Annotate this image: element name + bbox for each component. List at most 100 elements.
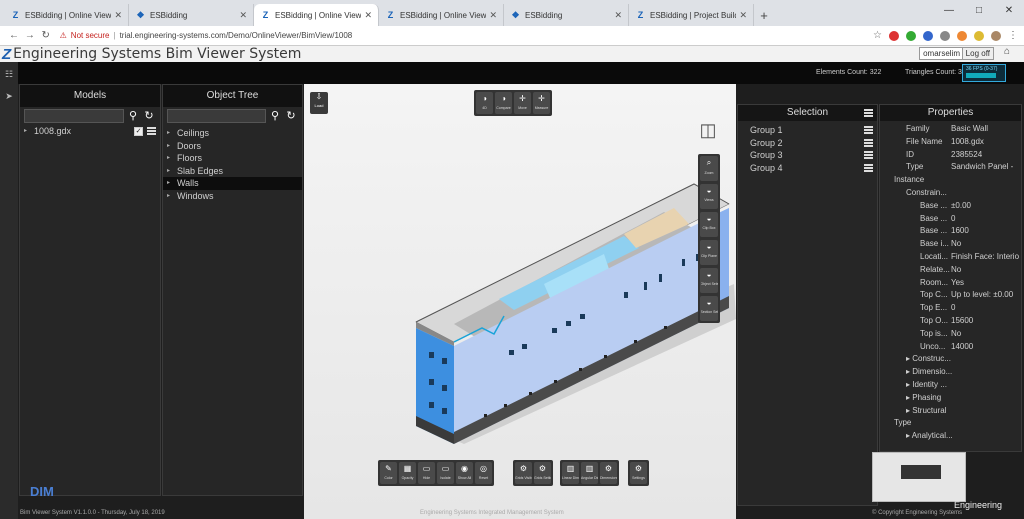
url-field[interactable]: ⚠ Not secure | trial.engineering-systems… bbox=[60, 28, 873, 44]
group-menu-icon[interactable] bbox=[864, 151, 873, 160]
tool-button[interactable]: ▥ Linear Dimensions bbox=[562, 462, 579, 484]
browser-tab[interactable]: ❖ ESBidding ✕ bbox=[504, 4, 629, 26]
tool-button[interactable]: ◉ Show All bbox=[456, 462, 473, 484]
layers-icon[interactable]: ☷ bbox=[3, 68, 15, 80]
properties-panel-title: Properties bbox=[880, 105, 1021, 121]
caret-right-icon[interactable]: ▸ bbox=[167, 177, 177, 190]
selection-group[interactable]: Group 1 bbox=[738, 124, 877, 137]
tool-button[interactable]: ◒ Views bbox=[700, 184, 718, 209]
selection-group[interactable]: Group 4 bbox=[738, 162, 877, 175]
tool-button[interactable]: ✛ Measure bbox=[533, 92, 550, 114]
new-tab-button[interactable]: + bbox=[754, 4, 774, 26]
load-button[interactable]: ⇩ Load bbox=[310, 92, 328, 114]
tree-item[interactable]: ▸ Floors bbox=[163, 152, 302, 165]
tool-button[interactable]: ▭ Hide bbox=[418, 462, 435, 484]
property-key: Top O... bbox=[920, 315, 949, 325]
extension-red-icon[interactable] bbox=[889, 30, 900, 41]
tab-close-icon[interactable]: ✕ bbox=[739, 10, 747, 21]
models-search-input[interactable] bbox=[24, 109, 124, 123]
search-icon[interactable]: ⚲ bbox=[126, 109, 140, 123]
extension-yellow-icon[interactable] bbox=[974, 30, 985, 41]
tool-button[interactable]: ⌕ Zoom bbox=[700, 156, 718, 181]
close-window-icon[interactable]: ✕ bbox=[994, 0, 1024, 22]
tool-button[interactable]: ◒ Clip Plane bbox=[700, 240, 718, 265]
home-icon[interactable]: ⌂ bbox=[1000, 46, 1014, 61]
tool-button[interactable]: ▦ Opacity bbox=[399, 462, 416, 484]
tool-button[interactable]: ◑ Compare bbox=[495, 92, 512, 114]
tool-button[interactable]: ◎ Reset bbox=[475, 462, 492, 484]
tree-item[interactable]: ▸ Slab Edges bbox=[163, 165, 302, 178]
arrow-right-circle-icon[interactable]: ➤ bbox=[3, 90, 15, 102]
model-visibility-checkbox[interactable]: ✓ bbox=[134, 126, 143, 136]
extension-orange-icon[interactable] bbox=[957, 30, 968, 41]
extension-green-icon[interactable] bbox=[906, 30, 917, 41]
browser-tab[interactable]: Z ESBidding | Online Viewer - ESBi✕ bbox=[254, 4, 379, 26]
refresh-icon[interactable]: ↻ bbox=[142, 109, 156, 123]
extension-gray-icon[interactable] bbox=[940, 30, 951, 41]
group-menu-icon[interactable] bbox=[864, 163, 873, 172]
tool-button[interactable]: ✎ Color bbox=[380, 462, 397, 484]
extension-blue-icon[interactable] bbox=[923, 30, 934, 41]
browser-tab[interactable]: Z ESBidding | Online Viewer - ESBi✕ bbox=[379, 4, 504, 26]
selection-group[interactable]: Group 2 bbox=[738, 137, 877, 150]
group-menu-icon[interactable] bbox=[864, 138, 873, 147]
tab-close-icon[interactable]: ✕ bbox=[364, 10, 372, 21]
brand-label: Engineering bbox=[954, 500, 1003, 510]
tool-button[interactable]: ◑ 4D bbox=[476, 92, 493, 114]
tab-close-icon[interactable]: ✕ bbox=[614, 10, 622, 21]
search-icon[interactable]: ⚲ bbox=[268, 109, 282, 123]
tool-button[interactable]: ▭ Isolate bbox=[437, 462, 454, 484]
tree-item[interactable]: ▸ Ceilings bbox=[163, 127, 302, 140]
tool-button[interactable]: ⚙ Grids Visibility bbox=[515, 462, 532, 484]
caret-right-icon[interactable]: ▸ bbox=[24, 125, 34, 138]
tree-item[interactable]: ▸ Walls bbox=[163, 177, 302, 190]
browser-tab[interactable]: ❖ ESBidding ✕ bbox=[129, 4, 254, 26]
tool-button[interactable]: ◒ Clip Box bbox=[700, 212, 718, 237]
tool-button[interactable]: ◒ Section Selection bbox=[700, 296, 718, 321]
menu-icon[interactable]: ⋮ bbox=[1008, 30, 1018, 41]
tool-button[interactable]: ✛ Move bbox=[514, 92, 531, 114]
selection-menu-icon[interactable] bbox=[864, 109, 873, 117]
window bbox=[566, 321, 571, 326]
caret-right-icon[interactable]: ▸ bbox=[167, 140, 177, 153]
property-value: 15600 bbox=[951, 315, 974, 325]
caret-right-icon[interactable]: ▸ bbox=[167, 127, 177, 140]
user-name[interactable]: omarselim bbox=[919, 47, 964, 60]
forward-icon[interactable]: → bbox=[22, 30, 38, 41]
building-model[interactable] bbox=[304, 84, 736, 519]
maximize-icon[interactable]: □ bbox=[964, 0, 994, 22]
reload-icon[interactable]: ↻ bbox=[38, 30, 54, 41]
model-menu-icon[interactable] bbox=[147, 126, 156, 135]
browser-tab[interactable]: Z ESBidding | Online Viewer - ESBi✕ bbox=[4, 4, 129, 26]
back-icon[interactable]: ← bbox=[6, 30, 22, 41]
tab-close-icon[interactable]: ✕ bbox=[489, 10, 497, 21]
tool-button[interactable]: ⚙ Settings bbox=[630, 462, 647, 484]
caret-right-icon[interactable]: ▸ bbox=[167, 165, 177, 178]
browser-tab[interactable]: Z ESBidding | Project Builder - ESB✕ bbox=[629, 4, 754, 26]
caret-right-icon[interactable]: ▸ bbox=[167, 190, 177, 203]
tool-button[interactable]: ⚙ Dimensions Settings bbox=[600, 462, 617, 484]
tab-close-icon[interactable]: ✕ bbox=[239, 10, 247, 21]
property-key: Family bbox=[906, 124, 930, 133]
3d-viewport[interactable]: ⇩ Load ◫ ◑ 4D ◑ Compare ✛ Move ✛ Measure ⌕ Zoom ◒… bbox=[304, 84, 736, 519]
tree-search-input[interactable] bbox=[167, 109, 266, 123]
refresh-icon[interactable]: ↻ bbox=[284, 109, 298, 123]
tool-button[interactable]: ▥ Angular Dimensions bbox=[581, 462, 598, 484]
tree-item[interactable]: ▸ Windows bbox=[163, 190, 302, 203]
model-item[interactable]: ▸ 1008.gdx ✓ bbox=[20, 125, 160, 138]
tab-title: ESBidding | Online Viewer - ESBi bbox=[275, 10, 362, 20]
logoff-button[interactable]: Log off bbox=[961, 47, 994, 60]
minimize-icon[interactable]: — bbox=[934, 0, 964, 22]
view-cube-icon[interactable]: ◫ bbox=[698, 120, 718, 140]
tool-icon: ▥ bbox=[585, 464, 594, 473]
profile-icon[interactable] bbox=[991, 30, 1002, 41]
caret-right-icon[interactable]: ▸ bbox=[167, 152, 177, 165]
tool-button[interactable]: ◒ Object Selection bbox=[700, 268, 718, 293]
tree-item[interactable]: ▸ Doors bbox=[163, 140, 302, 153]
star-icon[interactable]: ☆ bbox=[873, 30, 882, 41]
tab-close-icon[interactable]: ✕ bbox=[114, 10, 122, 21]
group-menu-icon[interactable] bbox=[864, 126, 873, 135]
tool-button[interactable]: ⚙ Grids Settings bbox=[534, 462, 551, 484]
minimap[interactable] bbox=[872, 452, 966, 502]
selection-group[interactable]: Group 3 bbox=[738, 149, 877, 162]
